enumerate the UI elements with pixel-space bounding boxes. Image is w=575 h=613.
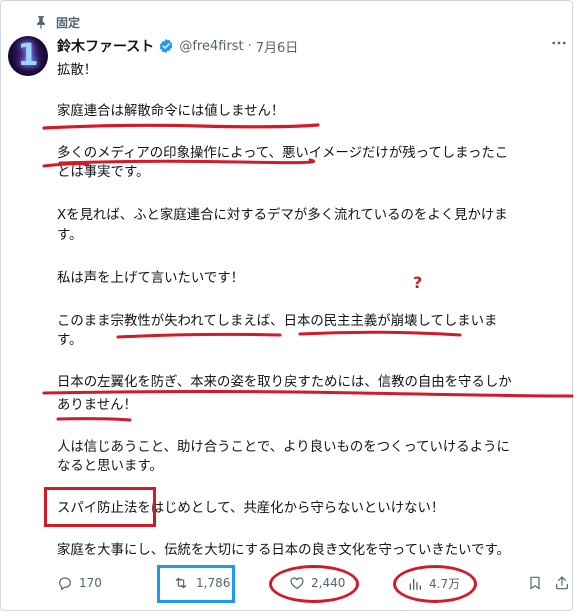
red-box-annotation — [44, 487, 156, 527]
post-line: このまま宗教性が失われてしまえば、日本の民主主義が崩壊してしまいま — [57, 314, 498, 329]
post-line: 家庭を大事にし、伝統を大切にする日本の良き文化を守っていきたいです。 — [57, 543, 511, 558]
heart-icon — [289, 575, 305, 591]
pinned-label: 固定 — [56, 15, 81, 30]
post-line: 家庭連合は解散命令には値しません！ — [57, 104, 285, 119]
post-line: 多くのメディアの印象操作によって、悪いイメージだけが残ってしまったこ — [57, 146, 509, 161]
post-line: 日本の左翼化を防ぎ、本来の姿を取り戻すためには、信教の自由を守るしか — [57, 375, 512, 390]
post-line: ありません！ — [57, 398, 137, 413]
display-name[interactable]: 鈴木ファースト — [57, 36, 154, 56]
post-line: Xを見れば、ふと家庭連合に対するデマが多く流れているのをよく見かけま — [57, 208, 508, 223]
pinned-indicator: 固定 — [34, 12, 80, 32]
reply-icon — [57, 575, 73, 591]
post-line: す。 — [57, 228, 83, 243]
action-bar: 170 1,786 2,440 4.7万 — [0, 571, 575, 597]
avatar[interactable]: 1 — [8, 36, 48, 76]
views-count: 4.7万 — [429, 577, 461, 591]
pin-icon — [34, 15, 48, 29]
post-date[interactable]: 7月6日 — [256, 37, 299, 56]
views-button[interactable]: 4.7万 — [407, 575, 460, 592]
reply-count: 170 — [79, 576, 102, 590]
bookmark-icon — [527, 575, 543, 591]
retweet-count: 1,786 — [196, 576, 231, 590]
share-icon — [554, 575, 570, 591]
handle[interactable]: @fre4first — [179, 39, 243, 54]
analytics-icon — [407, 576, 423, 592]
like-button[interactable]: 2,440 — [289, 575, 345, 591]
post-header: 鈴木ファースト @fre4first · 7月6日 — [57, 36, 298, 56]
retweet-button[interactable]: 1,786 — [172, 575, 230, 591]
more-options-icon[interactable] — [550, 34, 568, 56]
post-line: 人は信じあうこと、助け合うことで、より良いものをつくっていけるように — [57, 440, 510, 455]
post-line: す。 — [57, 333, 83, 348]
post-line: 拡散！ — [57, 63, 98, 78]
retweet-icon — [172, 575, 190, 591]
post-line: なると思います。 — [57, 459, 163, 474]
like-count: 2,440 — [311, 576, 346, 590]
post-line: とは事実です。 — [57, 165, 150, 180]
share-button[interactable] — [554, 575, 570, 591]
separator-dot: · — [247, 38, 252, 54]
bookmark-button[interactable] — [527, 575, 543, 591]
reply-button[interactable]: 170 — [57, 575, 102, 591]
question-mark-annotation: ? — [413, 273, 423, 292]
avatar-digit: 1 — [17, 38, 39, 73]
verified-badge-icon[interactable] — [158, 38, 174, 54]
post-line: 私は声を上げて言いたいです！ — [57, 271, 245, 286]
